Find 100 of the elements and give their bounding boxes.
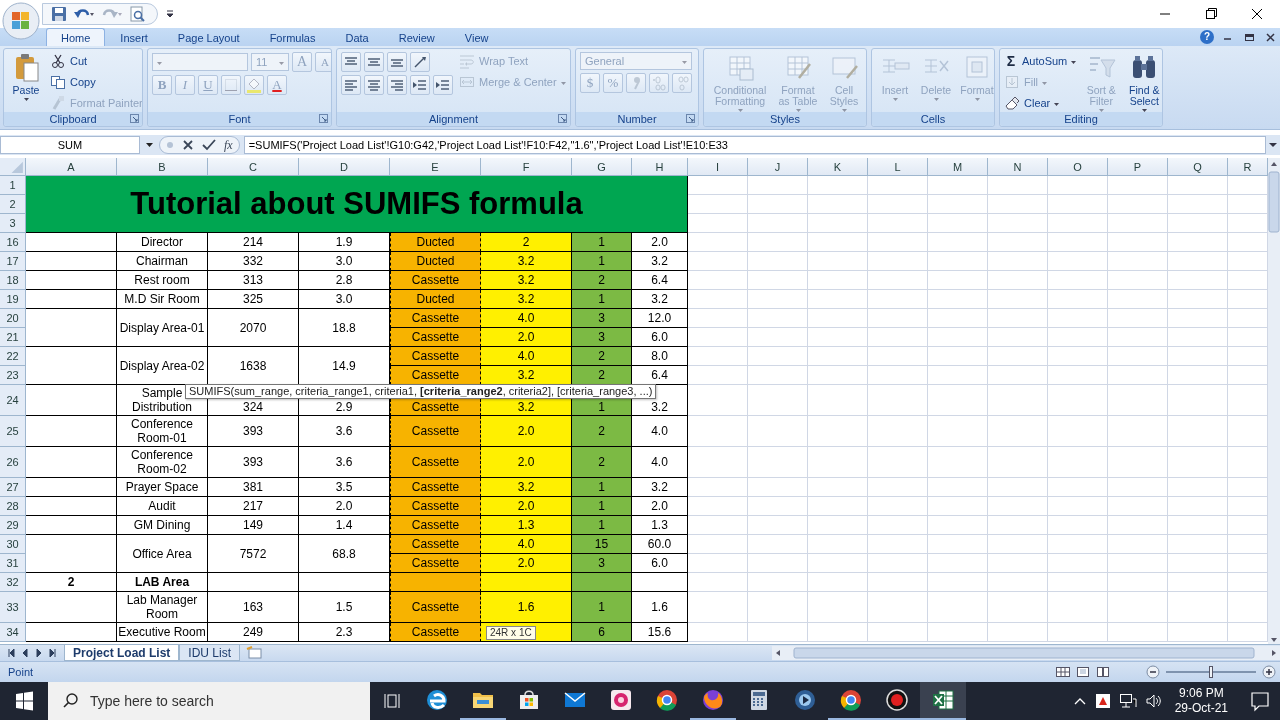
ribbon-tab[interactable]: View [449, 28, 504, 46]
ribbon-button[interactable]: Σ AutoSum [1004, 52, 1077, 70]
chevron-up-icon[interactable] [1072, 696, 1087, 706]
toolbar-button[interactable] [387, 52, 407, 72]
row-header[interactable]: 20 [0, 309, 26, 328]
column-header[interactable]: M [928, 158, 988, 176]
vertical-scrollbar[interactable] [1268, 158, 1280, 644]
ribbon-tab[interactable]: Data [330, 28, 384, 46]
customize-icon[interactable] [166, 10, 174, 18]
sheet-nav-icon[interactable] [6, 648, 16, 658]
toolbar-button[interactable] [364, 52, 384, 72]
ribbon-button[interactable]: Clear [1004, 94, 1060, 112]
column-header[interactable]: P [1108, 158, 1168, 176]
row-header[interactable]: 16 [0, 233, 26, 252]
close-icon[interactable] [1264, 31, 1276, 43]
normal-view-icon[interactable] [1054, 665, 1072, 679]
row-header[interactable]: 33 [0, 592, 26, 623]
document-icon[interactable] [1094, 693, 1111, 709]
column-header[interactable]: Q [1168, 158, 1228, 176]
sheet-nav-icon[interactable] [48, 648, 58, 658]
ribbon-tab[interactable]: Formulas [254, 28, 331, 46]
save-icon[interactable] [51, 6, 67, 22]
row-header[interactable]: 28 [0, 497, 26, 516]
column-header[interactable]: G [572, 158, 632, 176]
column-header[interactable]: O [1048, 158, 1108, 176]
column-header[interactable]: J [748, 158, 808, 176]
toolbar-button[interactable] [341, 75, 361, 95]
dialog-launcher-icon[interactable] [130, 114, 139, 123]
search-field[interactable]: Type here to search [48, 682, 370, 720]
row-header[interactable]: 2 [0, 195, 26, 214]
table-cell: 15 [572, 535, 632, 554]
ribbon-tab[interactable]: Home [46, 28, 106, 46]
ribbon-tab[interactable]: Review [383, 28, 450, 46]
ribbon-button[interactable]: Find & Select [1123, 52, 1162, 112]
row-header[interactable]: 18 [0, 271, 26, 290]
ribbon-button[interactable]: Cut [50, 52, 88, 70]
page-break-view-icon[interactable] [1094, 665, 1112, 679]
row-header[interactable]: 3 [0, 214, 26, 233]
toolbar-button[interactable] [410, 52, 430, 72]
row-header[interactable]: 17 [0, 252, 26, 271]
row-header[interactable]: 34 [0, 623, 26, 642]
zoom-slider-thumb[interactable] [1209, 666, 1213, 678]
toolbar-button[interactable] [364, 75, 384, 95]
row-header[interactable]: 1 [0, 176, 26, 195]
name-box[interactable]: SUM [0, 136, 140, 154]
row-header[interactable]: 29 [0, 516, 26, 535]
dialog-launcher-icon[interactable] [558, 114, 567, 123]
column-header[interactable]: R [1228, 158, 1268, 176]
zoom-in-icon[interactable] [1262, 665, 1276, 679]
column-header[interactable]: L [868, 158, 928, 176]
row-header[interactable]: 27 [0, 478, 26, 497]
formula-field[interactable]: =SUMIFS('Project Load List'!G10:G42,'Project Load List'!F10:F42,"1.6",'Project Load List'!E10:E33 [243, 136, 1266, 154]
column-header[interactable]: B [117, 158, 208, 176]
row-header[interactable]: 31 [0, 554, 26, 573]
network-icon[interactable] [1118, 693, 1137, 709]
column-header[interactable]: E [390, 158, 481, 176]
cancel-icon[interactable] [182, 139, 194, 151]
zoom-out-icon[interactable] [1146, 665, 1160, 679]
table-cell: Rest room [117, 271, 208, 290]
horizontal-scrollbar[interactable] [772, 646, 1280, 660]
expand-icon[interactable] [1268, 140, 1278, 150]
ribbon-tab[interactable]: Insert [105, 28, 163, 46]
row-header[interactable]: 22 [0, 347, 26, 366]
column-header[interactable]: C [208, 158, 299, 176]
toolbar-button[interactable] [341, 52, 361, 72]
column-header[interactable]: H [632, 158, 688, 176]
row-header[interactable]: 32 [0, 573, 26, 592]
sheet-tab[interactable]: IDU List [179, 645, 241, 661]
sheet-tab[interactable]: Project Load List [64, 645, 180, 661]
taskbar-app[interactable] [920, 682, 966, 720]
column-header[interactable]: A [26, 158, 117, 176]
toolbar-button[interactable] [387, 75, 407, 95]
column-header[interactable]: I [688, 158, 748, 176]
dialog-launcher-icon[interactable] [686, 114, 695, 123]
ribbon-tab[interactable]: Page Layout [162, 28, 255, 46]
toolbar-button[interactable] [433, 75, 453, 95]
row-header[interactable]: 21 [0, 328, 26, 347]
speaker-icon[interactable] [1144, 693, 1163, 709]
enter-icon[interactable] [202, 139, 216, 151]
insert-function-button[interactable]: fx [224, 137, 233, 153]
eraser-icon [1004, 95, 1020, 111]
caret-icon[interactable] [146, 143, 153, 147]
ribbon-button[interactable]: Copy [50, 73, 96, 91]
toolbar-button[interactable] [410, 75, 430, 95]
dialog-launcher-icon[interactable] [319, 114, 328, 123]
row-header[interactable]: 30 [0, 535, 26, 554]
column-header[interactable]: F [481, 158, 572, 176]
row-header[interactable]: 19 [0, 290, 26, 309]
row-header[interactable]: 25 [0, 416, 26, 447]
page-layout-view-icon[interactable] [1074, 665, 1092, 679]
print-preview-icon[interactable] [129, 6, 145, 22]
column-header[interactable]: K [808, 158, 868, 176]
column-header[interactable]: N [988, 158, 1048, 176]
row-header[interactable]: 24 [0, 385, 26, 416]
column-header[interactable]: D [299, 158, 390, 176]
table-cell: Chairman [117, 252, 208, 271]
help-button[interactable]: ? [1200, 30, 1214, 44]
ribbon-button[interactable]: Paste [8, 52, 44, 101]
row-header[interactable]: 23 [0, 366, 26, 385]
row-header[interactable]: 26 [0, 447, 26, 478]
